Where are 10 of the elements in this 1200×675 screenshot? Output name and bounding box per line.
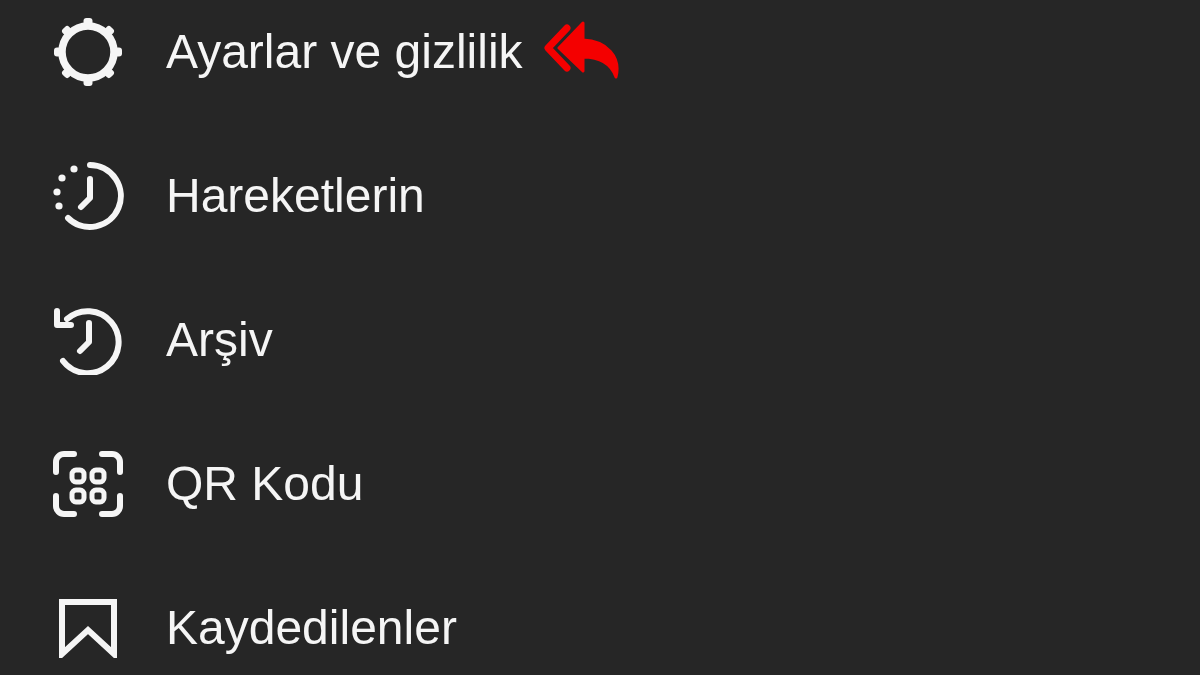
menu-item[interactable]: Ayarlar ve gizlilik: [50, 5, 523, 99]
qr-code-icon: [52, 450, 124, 518]
settings-icon: [52, 16, 124, 88]
history-icon: [53, 305, 123, 375]
bookmark-icon: [58, 598, 118, 658]
menu-item[interactable]: Arşiv: [50, 293, 273, 387]
menu-item[interactable]: Kaydedilenler: [50, 581, 457, 675]
menu-item[interactable]: Hareketlerin: [50, 149, 425, 243]
dotted-clock-icon: [50, 161, 126, 231]
menu-item[interactable]: QR Kodu: [50, 437, 364, 531]
